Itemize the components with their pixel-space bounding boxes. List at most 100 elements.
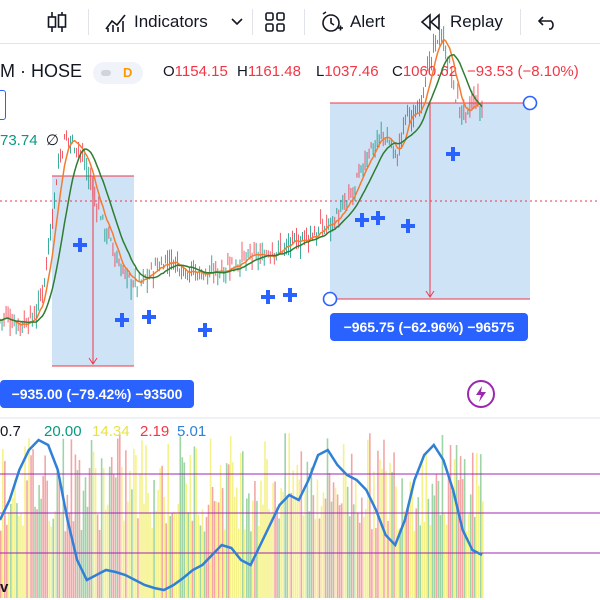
oscillator-bar [252, 500, 254, 598]
oscillator-bar [209, 438, 212, 598]
oscillator-bar [387, 520, 389, 598]
oscillator-bar [260, 480, 262, 598]
oscillator-bar [375, 528, 377, 598]
oscillator-bar [286, 495, 288, 598]
oscillator-bar [106, 504, 109, 598]
oscillator-bar [338, 505, 341, 598]
oscillator-bar [334, 487, 337, 598]
oscillator-bar [219, 465, 222, 598]
oscillator-bar [304, 489, 307, 598]
oscillator-bar [417, 497, 420, 598]
oscillator-bar [254, 481, 256, 598]
oscillator-bar [457, 480, 460, 598]
drag-handle[interactable] [522, 95, 538, 111]
oscillator-bar [193, 446, 196, 598]
oscillator-bar [447, 474, 450, 598]
oscillator-bar [405, 517, 407, 598]
oscillator-bar [165, 523, 167, 598]
oscillator-bar [391, 472, 393, 598]
oscillator-bar [58, 480, 61, 598]
oscillator-bar [223, 529, 226, 598]
oscillator-bar [451, 490, 454, 598]
oscillator-bar [177, 503, 180, 598]
indicator-value-2: 20.00 [44, 423, 82, 440]
oscillator-bar [354, 478, 357, 598]
oscillator-bar [427, 498, 430, 598]
oscillator-bar [100, 458, 103, 598]
oscillator-bar [201, 509, 204, 598]
oscillator-bar [435, 474, 438, 598]
oscillator-bar [340, 503, 343, 598]
oscillator-bar [449, 445, 452, 598]
indicator-value-3: 14.34 [92, 423, 130, 440]
oscillator-bar [431, 483, 434, 598]
oscillator-bar [62, 438, 65, 598]
oscillator-bar [308, 511, 311, 598]
oscillator-bar [30, 455, 32, 598]
oscillator-bar [381, 468, 383, 598]
oscillator-bar [121, 466, 123, 598]
oscillator-bar [38, 484, 40, 598]
oscillator-bar [239, 453, 242, 598]
cross-marker [198, 323, 212, 337]
oscillator-bar [110, 457, 113, 598]
chart-canvas[interactable]: v [0, 0, 600, 600]
oscillator-bar [56, 465, 59, 598]
oscillator-bar [221, 488, 224, 598]
oscillator-bar [342, 444, 345, 598]
oscillator-bar [268, 509, 270, 598]
oscillator-bar [112, 474, 115, 598]
oscillator-bar [433, 495, 436, 598]
measure-label-right: −965.75 (−62.96%) −96575 [330, 313, 528, 341]
oscillator-bar [157, 489, 159, 598]
oscillator-bar [350, 453, 353, 598]
oscillator-bar [461, 479, 464, 598]
indicator-value-4: 2.19 [140, 423, 170, 440]
oscillator-bar [227, 464, 230, 598]
cross-marker [142, 310, 156, 324]
oscillator-bar [330, 501, 333, 598]
oscillator-bar [102, 467, 105, 598]
lightning-icon[interactable] [467, 380, 495, 408]
oscillator-bar [96, 514, 99, 598]
oscillator-bar [195, 448, 198, 598]
oscillator-bar [479, 454, 482, 598]
oscillator-bar [300, 451, 303, 598]
oscillator-bar [40, 498, 42, 598]
drag-handle[interactable] [322, 291, 338, 307]
oscillator-bar [421, 458, 424, 598]
oscillator-bar [296, 464, 299, 598]
oscillator-bar [82, 490, 85, 598]
oscillator-bar [147, 492, 149, 598]
oscillator-bar [22, 525, 24, 598]
oscillator-bar [24, 446, 26, 598]
oscillator-bar [50, 526, 53, 598]
oscillator-bar [377, 450, 379, 598]
oscillator-bar [264, 441, 266, 598]
oscillator-bar [282, 491, 284, 598]
cross-marker [261, 290, 275, 304]
oscillator-bar [213, 501, 216, 598]
oscillator-bar [262, 504, 264, 598]
oscillator-bar [316, 479, 319, 598]
oscillator-bar [463, 459, 466, 598]
oscillator-bar [401, 478, 403, 598]
oscillator-bar [482, 501, 484, 598]
oscillator-bar [336, 494, 339, 598]
oscillator-bar [292, 470, 295, 598]
oscillator-bar [371, 529, 373, 598]
oscillator-bar [2, 449, 4, 598]
oscillator-histogram [0, 433, 484, 598]
oscillator-bar [86, 506, 89, 598]
oscillator-bar [16, 503, 18, 598]
oscillator-bar [443, 512, 446, 598]
oscillator-bar [423, 521, 426, 598]
oscillator-bar [185, 483, 188, 598]
oscillator-bar [235, 487, 238, 598]
oscillator-bar [407, 504, 409, 598]
oscillator-bar [439, 515, 442, 598]
oscillator-bar [175, 513, 178, 598]
cross-marker [283, 288, 297, 302]
oscillator-bar [179, 436, 182, 598]
oscillator-bar [64, 531, 67, 598]
